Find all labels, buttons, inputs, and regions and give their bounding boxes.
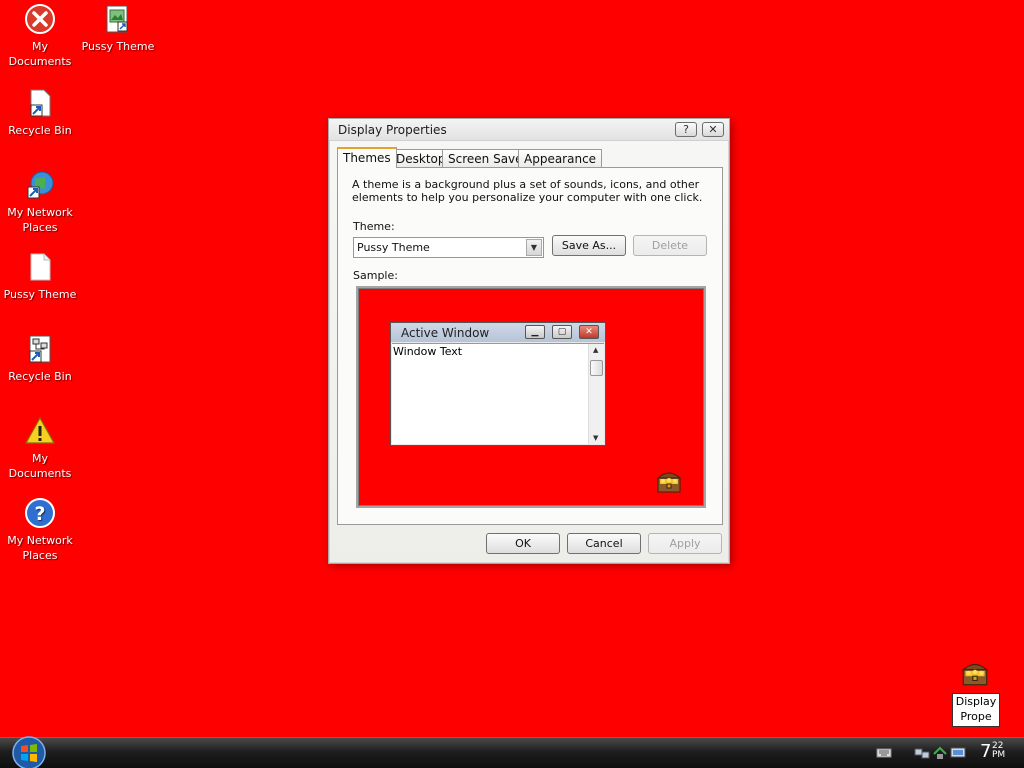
desktop-icon-my-network-places[interactable]: My Network Places [0,169,80,235]
desktop-icon-label: My Network Places [7,206,73,234]
desktop-icon-label: Recycle Bin [8,124,72,137]
tab-appearance[interactable]: Appearance [518,149,603,167]
dialog-titlebar[interactable]: Display Properties ? ✕ [329,119,729,141]
monitor-icon[interactable] [950,746,966,760]
desktop-icon-recycle-bin[interactable]: Recycle Bin [0,87,80,138]
minimize-icon: ▁ [525,325,545,339]
sample-active-window: Active Window ▁ ▢ ✕ Window Text ▲ ▼ [390,322,606,446]
network-icon[interactable] [914,746,930,760]
delete-button[interactable]: Delete [633,235,707,256]
desktop-icon-label: My Network Places [7,534,73,562]
desktop-icon-label: My Documents [8,40,72,68]
chevron-down-icon[interactable]: ▼ [526,239,542,256]
network-shortcut-icon [29,335,51,363]
notif-line1: Display [955,695,997,708]
desktop-icon-label: Recycle Bin [8,370,72,383]
save-as-button[interactable]: Save As... [552,235,626,256]
theme-select[interactable]: Pussy Theme ▼ [353,237,544,258]
maximize-icon: ▢ [552,325,572,339]
scroll-thumb [590,360,603,376]
globe-shortcut-icon [27,171,54,199]
scroll-down-icon: ▼ [593,434,599,442]
desktop-icon-my-documents[interactable]: My Documents [0,3,80,69]
apply-button[interactable]: Apply [648,533,722,554]
help-icon: ? [25,498,55,528]
shortcut-file-icon [30,89,51,117]
svg-text:?: ? [34,503,45,525]
keyboard-icon[interactable] [876,746,892,760]
close-icon: ✕ [579,325,599,339]
desktop-icon-label: Pussy Theme [81,40,155,53]
safely-remove-icon[interactable] [932,746,948,760]
sample-window-body: Window Text ▲ ▼ [392,343,604,444]
sample-label: Sample: [353,269,398,282]
clock-hour[interactable]: 7 [980,741,991,762]
scroll-up-icon: ▲ [593,346,599,354]
cancel-button[interactable]: Cancel [567,533,641,554]
desktop-icon-pussy-theme[interactable]: Pussy Theme [78,3,158,54]
warning-icon [24,416,56,444]
clock-minutes[interactable]: 22 PM [992,742,1005,760]
help-button[interactable]: ? [675,122,697,137]
dialog-title: Display Properties [338,123,447,137]
sample-window-titlebar: Active Window ▁ ▢ ✕ [391,323,605,342]
desktop-icon-recycle-bin-2[interactable]: Recycle Bin [0,333,80,384]
treasure-chest-icon [961,663,989,686]
tab-themes[interactable]: Themes [337,147,397,168]
desktop-icon-label: Pussy Theme [3,288,77,301]
desktop-icon-my-network-places-2[interactable]: ? My Network Places [0,497,80,563]
blank-document-icon [30,253,51,281]
theme-select-value: Pussy Theme [357,241,430,254]
treasure-chest-icon [656,472,682,493]
display-properties-dialog: Display Properties ? ✕ Themes Desktop Sc… [328,118,730,564]
clock-ampm: PM [992,750,1006,760]
start-button[interactable] [8,735,50,768]
ok-button[interactable]: OK [486,533,560,554]
taskbar [0,737,1024,768]
sample-window-title: Active Window [401,326,490,340]
notif-line2: Prope [960,710,992,723]
error-x-icon [25,4,55,34]
theme-sample-preview: Active Window ▁ ▢ ✕ Window Text ▲ ▼ [356,286,706,508]
themes-panel: A theme is a background plus a set of so… [337,167,723,525]
theme-description: A theme is a background plus a set of so… [352,178,703,204]
desktop-icon-display-properties[interactable]: Display Prope [952,693,1000,727]
desktop-icon-my-documents-2[interactable]: My Documents [0,415,80,481]
image-file-icon [106,5,128,33]
theme-label: Theme: [353,220,395,233]
sample-window-text: Window Text [393,345,463,358]
sample-scrollbar: ▲ ▼ [588,344,604,444]
close-button[interactable]: ✕ [702,122,724,137]
desktop-icon-pussy-theme-file[interactable]: Pussy Theme [0,251,80,302]
desktop-icon-label: My Documents [8,452,72,480]
